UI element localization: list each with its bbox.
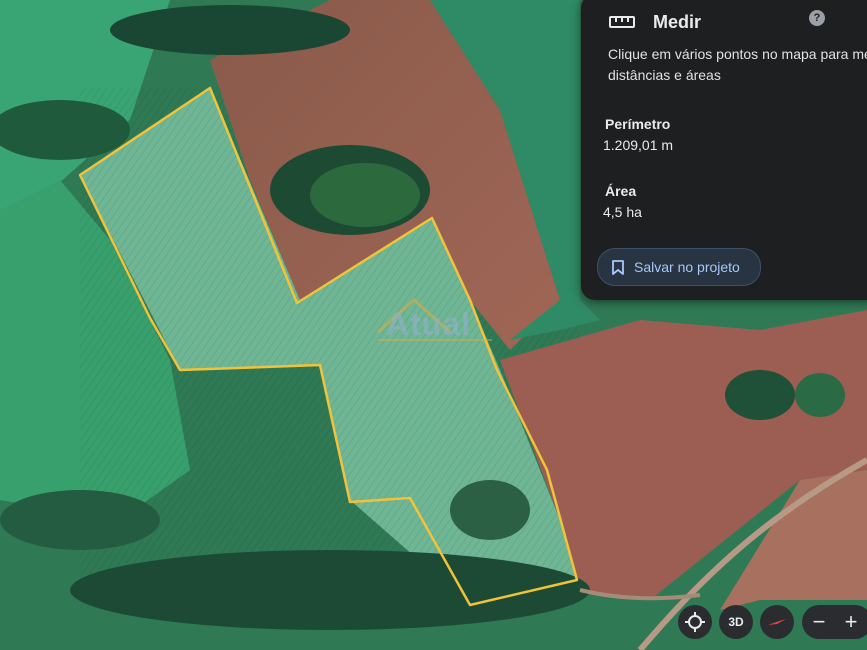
view-3d-button[interactable]: 3D — [719, 605, 753, 639]
measure-panel: Medir ? Clique em vários pontos no mapa … — [581, 0, 867, 300]
panel-title: Medir — [653, 11, 702, 32]
zoom-in-button[interactable]: + — [834, 605, 867, 639]
compass-button[interactable] — [760, 605, 794, 639]
area-label: Área — [605, 183, 637, 199]
save-to-project-button[interactable]: Salvar no projeto — [597, 248, 761, 286]
bookmark-icon — [612, 259, 624, 275]
tree-cluster — [310, 163, 420, 227]
locate-icon — [685, 612, 705, 632]
zoom-controls: − + — [802, 605, 867, 639]
save-button-label: Salvar no projeto — [634, 259, 740, 275]
watermark-text: Atual — [386, 306, 471, 342]
tree-cluster — [450, 480, 530, 540]
panel-header: Medir — [609, 4, 701, 40]
perimeter-value: 1.209,01 m — [603, 137, 674, 153]
tree-cluster — [110, 5, 350, 55]
instructions-text: Clique em vários pontos no mapa para med… — [608, 46, 867, 83]
help-icon[interactable]: ? — [809, 10, 825, 26]
compass-icon — [768, 619, 786, 625]
tree-cluster — [795, 373, 845, 417]
tree-cluster — [725, 370, 795, 420]
zoom-out-button[interactable]: − — [802, 605, 836, 639]
tree-cluster — [70, 550, 590, 630]
perimeter-label: Perímetro — [605, 116, 671, 132]
tree-cluster — [0, 490, 160, 550]
watermark: Atual — [370, 292, 500, 346]
ruler-icon — [609, 16, 635, 28]
locate-button[interactable] — [678, 605, 712, 639]
area-value: 4,5 ha — [603, 204, 642, 220]
